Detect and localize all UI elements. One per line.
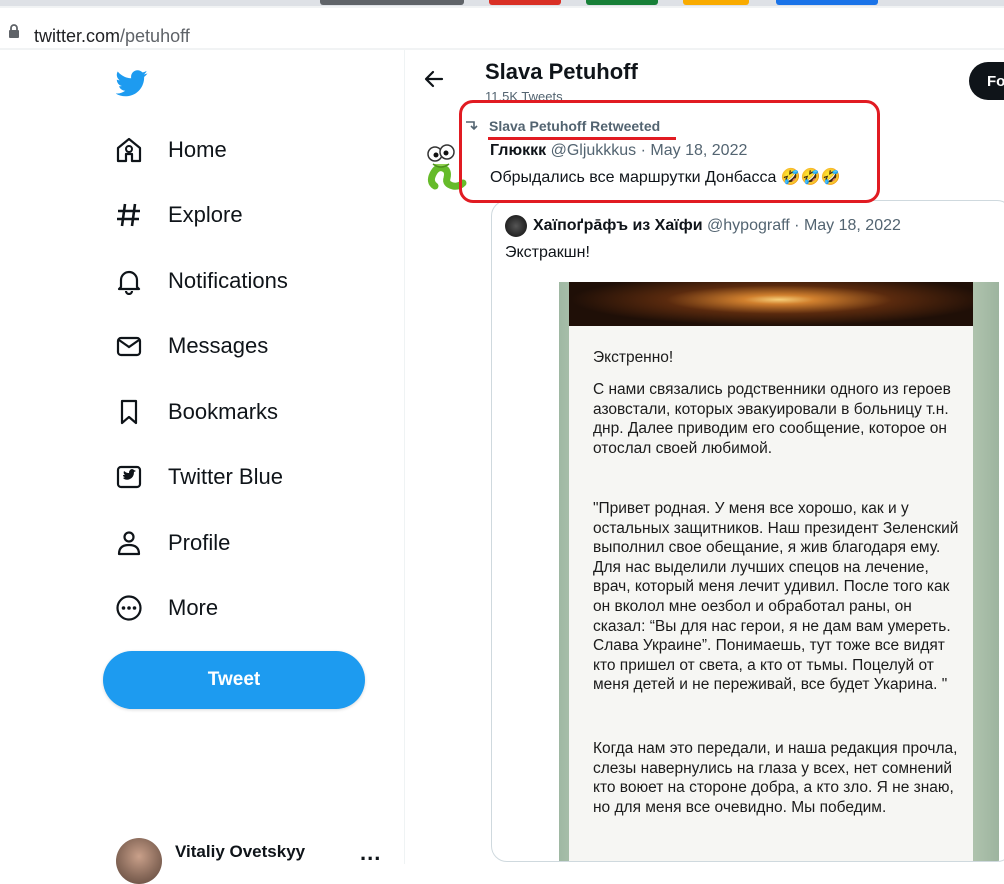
tab-strip [0, 0, 1004, 6]
tweet-separator: · [640, 142, 646, 159]
browser-tab[interactable] [683, 0, 749, 5]
avatar [505, 215, 527, 237]
quote-separator: · [794, 217, 800, 234]
bookmark-icon [112, 395, 146, 429]
tweet-date[interactable]: May 18, 2022 [650, 142, 747, 159]
browser-tab[interactable] [776, 0, 878, 5]
retweet-indicator: Slava Petuhoff Retweeted [463, 118, 660, 134]
avatar[interactable] [421, 142, 473, 194]
image-paragraph: Экстренно! [593, 349, 674, 366]
browser-tab[interactable] [586, 0, 658, 5]
browser-tab[interactable] [489, 0, 561, 5]
retweet-icon [466, 121, 478, 131]
nav-twitter-blue-label: Twitter Blue [168, 464, 283, 489]
quote-image[interactable]: Экстренно! С нами связались родственники… [559, 282, 999, 861]
tweet-author[interactable]: Глюккк [490, 142, 546, 159]
image-text-card: Экстренно! С нами связались родственники… [569, 326, 973, 861]
nav-explore[interactable]: Explore [112, 190, 243, 240]
image-paragraph: "Привет родная. У меня все хорошо, как и… [593, 500, 959, 694]
quote-handle: @hypograff [707, 217, 790, 234]
quote-date: May 18, 2022 [803, 217, 901, 234]
url-path: /petuhoff [120, 26, 190, 46]
account-more-icon[interactable]: ... [360, 840, 381, 866]
nav-explore-label: Explore [168, 202, 243, 227]
nav-bookmarks-label: Bookmarks [168, 399, 279, 424]
account-name: Vitaliy Ovetskyy [175, 842, 306, 861]
twitter-bird-icon[interactable] [116, 70, 148, 97]
sidebar: Home Explore Notifications Messages Book… [0, 50, 405, 884]
nav-profile[interactable]: Profile [112, 518, 230, 568]
follow-button[interactable]: Fo [969, 62, 1004, 100]
nav-more[interactable]: More [112, 583, 218, 633]
nav-bookmarks[interactable]: Bookmarks [112, 387, 278, 437]
nav-home[interactable]: Home [112, 125, 227, 175]
quoted-tweet[interactable]: Хаїпоґрāфъ из Хаїфи @hypograff · May 18,… [491, 200, 1004, 862]
address-bar[interactable]: twitter.com/petuhoff [0, 8, 1004, 48]
twitter-blue-icon [112, 460, 146, 494]
avatar [116, 838, 162, 884]
envelope-icon [112, 329, 146, 363]
bell-icon [112, 264, 146, 298]
image-paragraph: Когда нам это передали, и наша редакция … [593, 740, 958, 816]
account-switcher[interactable]: Vitaliy Ovetskyy ... [116, 836, 396, 884]
nav-messages[interactable]: Messages [112, 321, 268, 371]
retweet-label[interactable]: Slava Petuhoff Retweeted [489, 118, 660, 134]
browser-tab[interactable] [320, 0, 464, 5]
quote-header: Хаїпоґрāфъ из Хаїфи @hypograff · May 18,… [505, 215, 901, 237]
tweets-count: 11.5K Tweets [485, 89, 563, 104]
quote-text: Экстракшн! [505, 244, 590, 261]
hashtag-icon [112, 198, 146, 232]
profile-name: Slava Petuhoff [485, 59, 638, 84]
back-arrow-icon[interactable] [421, 66, 447, 92]
tweet-text: Обрыдались все маршрутки Донбасса 🤣🤣🤣 [490, 169, 841, 186]
home-icon [112, 133, 146, 167]
image-glow [569, 282, 973, 326]
lock-icon [9, 24, 19, 38]
nav-notifications-label: Notifications [168, 268, 288, 293]
nav-home-label: Home [168, 137, 227, 162]
nav-twitter-blue[interactable]: Twitter Blue [112, 452, 283, 502]
tweet-header: Глюккк @Gljukkkus · May 18, 2022 [490, 142, 747, 160]
url-host: twitter.com [34, 26, 121, 46]
browser-toolbar: twitter.com/petuhoff [0, 0, 1004, 50]
nav-messages-label: Messages [168, 333, 269, 358]
url-text[interactable]: twitter.com/petuhoff [34, 26, 190, 47]
quote-author: Хаїпоґрāфъ из Хаїфи [533, 217, 703, 234]
more-circle-icon [112, 591, 146, 625]
main-column: Slava Petuhoff 11.5K Tweets Fo Slava Pet… [405, 50, 1004, 864]
nav-more-label: More [168, 595, 219, 620]
person-icon [112, 526, 146, 560]
nav-notifications[interactable]: Notifications [112, 256, 288, 306]
tweet-button[interactable]: Tweet [103, 651, 365, 709]
nav-profile-label: Profile [168, 530, 231, 555]
image-paragraph: С нами связались родственники одного из … [593, 381, 951, 457]
tweet-handle[interactable]: @Gljukkkus [551, 142, 637, 159]
